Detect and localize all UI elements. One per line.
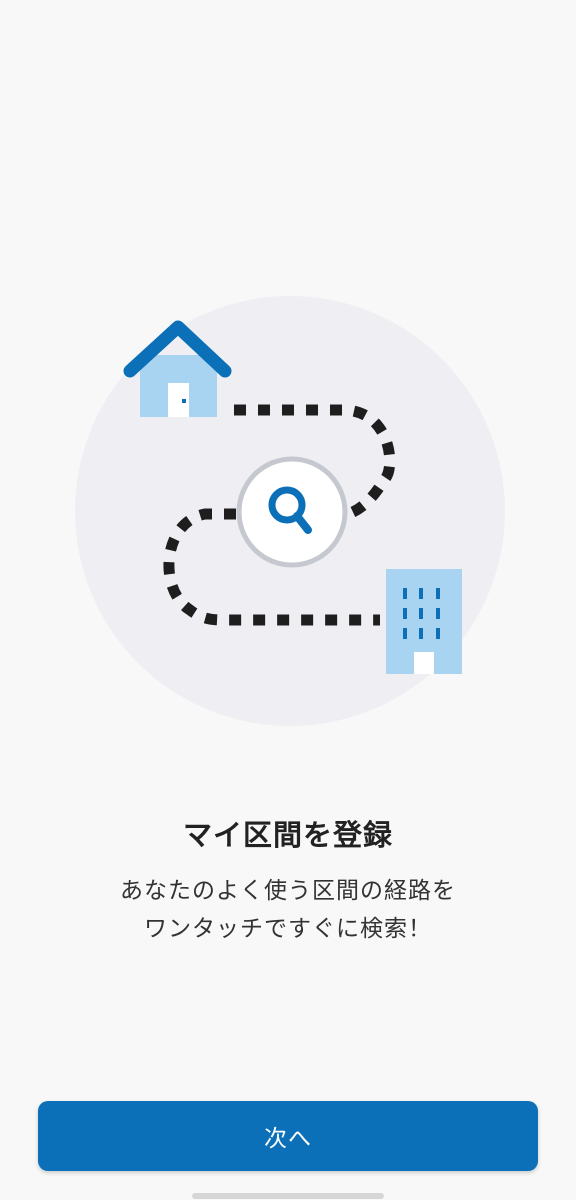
description-line-1: あなたのよく使う区間の経路を (120, 878, 456, 904)
home-indicator[interactable] (192, 1193, 384, 1199)
page-description: あなたのよく使う区間の経路を ワンタッチですぐに検索！ (0, 872, 576, 948)
magnifier-icon (236, 456, 348, 568)
next-button[interactable]: 次へ (38, 1101, 538, 1171)
page-title: マイ区間を登録 (182, 818, 393, 852)
description-line-2: ワンタッチですぐに検索！ (144, 916, 432, 942)
onboarding-illustration (75, 296, 505, 726)
office-building-icon (386, 569, 462, 674)
